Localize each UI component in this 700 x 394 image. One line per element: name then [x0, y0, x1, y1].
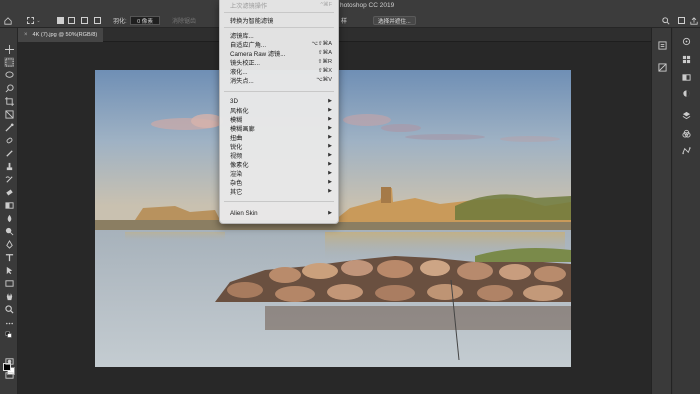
submenu-arrow-icon: ▶ — [328, 179, 332, 185]
menu-item-sharpen[interactable]: 锐化 ▶ — [230, 142, 332, 151]
paths-panel-icon[interactable] — [681, 145, 691, 155]
clone-stamp-tool-icon[interactable] — [4, 161, 14, 171]
submenu-arrow-icon: ▶ — [328, 134, 332, 140]
crop-tool-icon[interactable] — [4, 96, 14, 106]
menu-item-last-filter: 上次滤镜操作 ^⌘F — [230, 2, 332, 10]
quick-select-tool-icon[interactable] — [4, 83, 14, 93]
title-bar: hotoshop CC 2019 — [0, 0, 700, 13]
submenu-arrow-icon: ▶ — [328, 143, 332, 149]
anti-alias-label[interactable]: 消除锯齿 — [172, 16, 196, 25]
workspace-icon[interactable] — [677, 16, 686, 25]
menu-item-stylize[interactable]: 风格化 ▶ — [230, 106, 332, 115]
app-title: hotoshop CC 2019 — [340, 2, 395, 9]
submenu-arrow-icon: ▶ — [328, 152, 332, 158]
close-tab-icon[interactable]: × — [24, 32, 28, 38]
feather-input[interactable]: 0 像素 — [130, 16, 160, 25]
menu-item-render[interactable]: 渲染 ▶ — [230, 169, 332, 178]
share-icon[interactable] — [689, 16, 698, 25]
adjustment-panel-icon[interactable] — [657, 62, 667, 72]
blur-tool-icon[interactable] — [4, 213, 14, 223]
frame-tool-icon[interactable] — [4, 109, 14, 119]
submenu-arrow-icon: ▶ — [328, 210, 332, 216]
submenu-arrow-icon: ▶ — [328, 116, 332, 122]
marquee-tool-preset-icon[interactable]: ⌄ — [27, 16, 41, 25]
subtract-selection-icon[interactable] — [80, 16, 89, 25]
intersect-selection-icon[interactable] — [93, 16, 102, 25]
submenu-arrow-icon: ▶ — [328, 125, 332, 131]
history-panel-icon[interactable] — [657, 40, 667, 50]
move-tool-icon[interactable] — [4, 44, 14, 54]
menu-separator — [224, 12, 334, 13]
search-icon[interactable] — [661, 16, 670, 25]
gradients-panel-icon[interactable] — [681, 72, 691, 82]
quick-mask-icon[interactable] — [4, 356, 14, 366]
swatches-panel-icon[interactable] — [681, 54, 691, 64]
menu-item-distort[interactable]: 扭曲 ▶ — [230, 133, 332, 142]
menu-item-vanishing-point[interactable]: 消失点... ⌥⌘V — [230, 76, 332, 85]
zoom-tool-icon[interactable] — [4, 304, 14, 314]
menu-separator — [224, 27, 334, 28]
healing-brush-tool-icon[interactable] — [4, 135, 14, 145]
lasso-tool-icon[interactable] — [4, 70, 14, 80]
style-label: 样 — [341, 19, 348, 25]
feather-label: 羽化: — [113, 19, 127, 25]
layers-panel-icon[interactable] — [681, 110, 691, 120]
add-selection-icon[interactable] — [67, 16, 76, 25]
menu-item-pixelate[interactable]: 像素化 ▶ — [230, 160, 332, 169]
gradient-tool-icon[interactable] — [4, 200, 14, 210]
menu-item-blur-gallery[interactable]: 模糊画廊 ▶ — [230, 124, 332, 133]
menu-item-liquify[interactable]: 液化... ⇧⌘X — [230, 67, 332, 76]
menu-item-filter-gallery[interactable]: 滤镜库... — [230, 31, 332, 40]
more-tools-icon[interactable] — [4, 318, 14, 328]
rectangle-tool-icon[interactable] — [4, 278, 14, 288]
channels-panel-icon[interactable] — [681, 128, 691, 138]
eraser-tool-icon[interactable] — [4, 187, 14, 197]
menu-item-noise[interactable]: 杂色 ▶ — [230, 178, 332, 187]
tools-panel — [0, 28, 18, 394]
history-brush-tool-icon[interactable] — [4, 174, 14, 184]
submenu-arrow-icon: ▶ — [328, 170, 332, 176]
path-selection-tool-icon[interactable] — [4, 265, 14, 275]
menu-item-lens-correction[interactable]: 镜头校正... ⇧⌘R — [230, 58, 332, 67]
submenu-arrow-icon: ▶ — [328, 107, 332, 113]
new-selection-icon[interactable] — [56, 16, 65, 25]
pen-tool-icon[interactable] — [4, 239, 14, 249]
submenu-arrow-icon: ▶ — [328, 188, 332, 194]
select-and-mask-button[interactable]: 选择并遮住... — [373, 16, 416, 25]
hand-tool-icon[interactable] — [4, 291, 14, 301]
menu-item-blur[interactable]: 模糊 ▶ — [230, 115, 332, 124]
document-tab-label: 4K (7).jpg @ 50%(RGB/8) — [32, 32, 98, 38]
brush-tool-icon[interactable] — [4, 148, 14, 158]
options-bar: ⌄ 羽化: 0 像素 消除锯齿 样 选择并遮住... — [0, 13, 700, 28]
menu-separator — [224, 91, 334, 92]
submenu-arrow-icon: ▶ — [328, 161, 332, 167]
screen-mode-icon[interactable] — [4, 370, 14, 380]
type-tool-icon[interactable] — [4, 252, 14, 262]
eyedropper-tool-icon[interactable] — [4, 122, 14, 132]
menu-item-video[interactable]: 视频 ▶ — [230, 151, 332, 160]
menu-item-convert-smart-filter[interactable]: 转换为智能滤镜 — [230, 16, 332, 25]
right-panel-dock — [651, 28, 700, 394]
menu-item-3d[interactable]: 3D ▶ — [230, 97, 332, 105]
panel-icons-column — [673, 28, 700, 394]
default-colors-icon[interactable] — [4, 330, 14, 340]
filter-menu: 上次滤镜操作 ^⌘F 转换为智能滤镜 滤镜库... 自适应广角... ⌥⇧⌘A Ca… — [219, 0, 339, 224]
menu-item-alien-skin[interactable]: Alien Skin ▶ — [230, 209, 332, 217]
color-panel-icon[interactable] — [681, 36, 691, 46]
document-tab[interactable]: × 4K (7).jpg @ 50%(RGB/8) — [18, 28, 104, 42]
menu-item-other[interactable]: 其它 ▶ — [230, 187, 332, 196]
marquee-tool-icon[interactable] — [4, 57, 14, 67]
menu-item-camera-raw-filter[interactable]: Camera Raw 滤镜... ⇧⌘A — [230, 49, 332, 58]
dodge-tool-icon[interactable] — [4, 226, 14, 236]
submenu-arrow-icon: ▶ — [328, 98, 332, 104]
collapsed-panels-column — [652, 28, 672, 394]
menu-separator — [224, 201, 334, 202]
patterns-panel-icon[interactable] — [681, 88, 691, 98]
menu-item-adaptive-wide-angle[interactable]: 自适应广角... ⌥⇧⌘A — [230, 40, 332, 49]
home-icon[interactable] — [3, 16, 12, 25]
